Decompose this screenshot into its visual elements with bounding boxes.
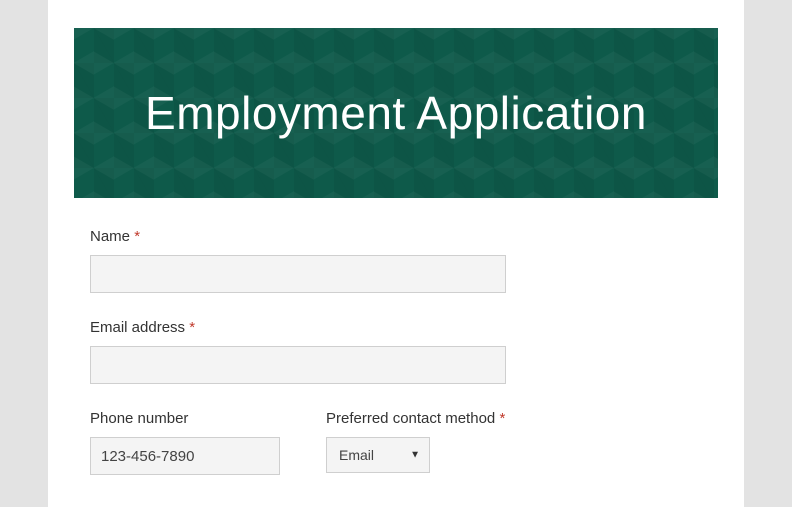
label-contact-method: Preferred contact method * [326,410,546,427]
label-name-text: Name [90,228,130,245]
label-phone: Phone number [90,410,280,427]
required-marker: * [134,228,140,245]
label-email-text: Email address [90,319,185,336]
name-input[interactable] [90,255,506,293]
form-area: Name * Email address * Phone number [48,170,744,475]
field-phone: Phone number [90,410,280,475]
phone-input[interactable] [90,437,280,475]
required-marker: * [189,319,195,336]
required-marker: * [499,410,505,427]
label-name: Name * [90,228,506,245]
field-contact-method: Preferred contact method * Email ▼ [326,410,546,475]
banner: Employment Application [74,28,718,198]
field-name: Name * [90,228,506,293]
field-email: Email address * [90,319,506,384]
label-email: Email address * [90,319,506,336]
label-phone-text: Phone number [90,410,188,427]
email-input[interactable] [90,346,506,384]
form-card: Employment Application Name * Email addr… [48,0,744,507]
label-contact-method-text: Preferred contact method [326,410,495,427]
page-title: Employment Application [145,86,647,140]
contact-method-select[interactable]: Email [326,437,430,473]
contact-method-select-wrap: Email ▼ [326,437,430,473]
